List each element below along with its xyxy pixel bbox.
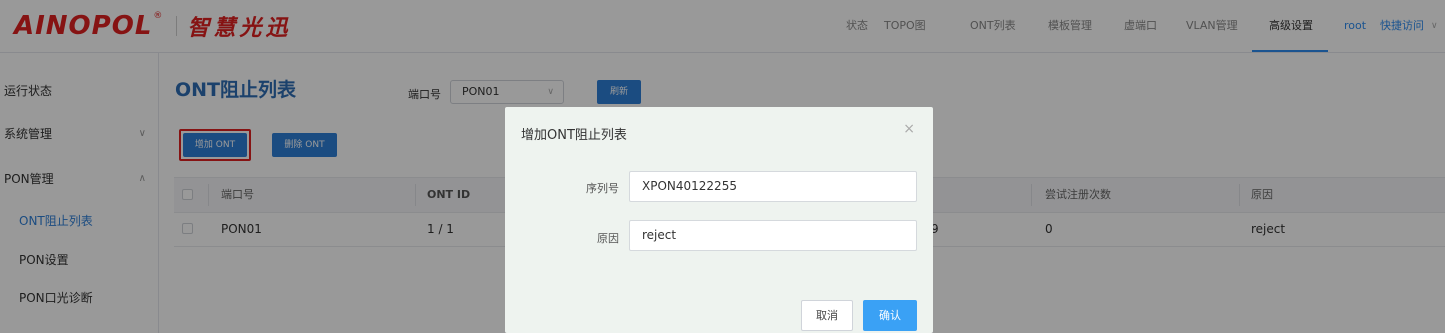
serial-number-field[interactable]: XPON40122255 [629, 171, 917, 202]
dialog-title: 增加ONT阻止列表 [521, 128, 627, 143]
cancel-button[interactable]: 取消 [801, 300, 853, 331]
confirm-button[interactable]: 确认 [863, 300, 917, 331]
serial-number-label: 序列号 [586, 182, 619, 195]
add-ont-block-dialog: 增加ONT阻止列表 × 序列号 XPON40122255 原因 reject 取… [505, 107, 933, 333]
reason-field[interactable]: reject [629, 220, 917, 251]
reason-label: 原因 [597, 232, 619, 245]
close-icon[interactable]: × [903, 121, 915, 137]
